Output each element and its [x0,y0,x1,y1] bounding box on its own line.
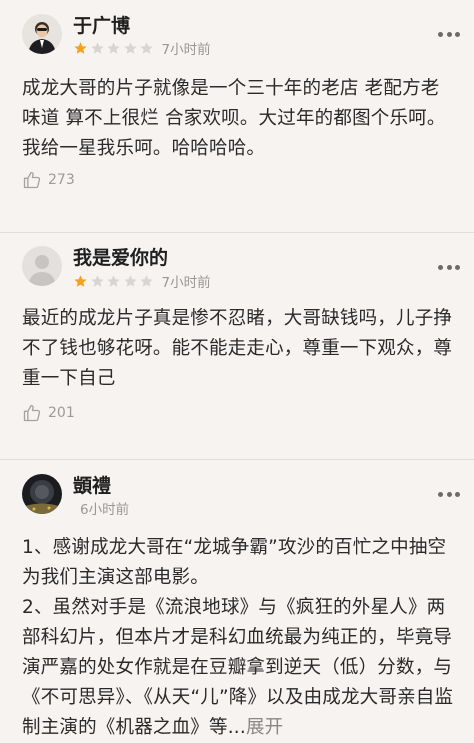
star-empty-icon [123,41,137,54]
like-count: 273 [48,172,75,188]
review-header: 于广博 7小时前 [0,0,474,70]
avatar[interactable] [22,474,62,514]
review-time: 7小时前 [161,275,211,291]
star-empty-icon [107,41,120,54]
thumbs-up-icon [23,404,41,422]
more-options-icon[interactable] [438,264,460,270]
review-card: 于广博 7小时前 成龙大哥的片子就像是一个三十年的老店 老配方老味道 算不上很烂… [0,0,474,232]
review-card: 我是爱你的 7小时前 最近的成龙片子真是惨不忍睹，大哥缺钱吗，儿子挣不了钱也够花… [0,233,474,459]
review-text: 1、感谢成龙大哥在“龙城争霸”攻沙的百忙之中抽空为我们主演这部电影。 2、虽然对… [0,533,474,743]
star-empty-icon [90,41,104,54]
review-time: 6小时前 [80,502,130,518]
more-options-icon[interactable] [438,31,460,37]
username[interactable]: 于广博 [73,11,130,38]
review-paragraph: 1、感谢成龙大哥在“龙城争霸”攻沙的百忙之中抽空为我们主演这部电影。 [22,537,447,588]
star-empty-icon [90,274,104,287]
review-text: 最近的成龙片子真是惨不忍睹，大哥缺钱吗，儿子挣不了钱也够花呀。能不能走走心，尊重… [0,304,474,394]
star-rating: 7小时前 [73,40,211,58]
review-header: 顗禮 6小时前 [0,460,474,530]
review-paragraph: 成龙大哥的片子就像是一个三十年的老店 老配方老味道 算不上很烂 合家欢呗。大过年… [22,78,446,159]
review-paragraph: 2、虽然对手是《流浪地球》与《疯狂的外星人》两部科幻片，但本片才是科幻血统最为纯… [22,593,454,743]
avatar[interactable] [22,246,62,286]
star-filled-icon [74,274,87,287]
star-empty-icon [140,274,153,287]
star-filled-icon [74,41,87,54]
thumbs-up-icon [23,171,41,189]
star-rating: 7小时前 [73,273,211,291]
review-paragraph-text: 2、虽然对手是《流浪地球》与《疯狂的外星人》两部科幻片，但本片才是科幻血统最为纯… [22,597,454,738]
like-count: 201 [48,405,75,421]
review-text: 成龙大哥的片子就像是一个三十年的老店 老配方老味道 算不上很烂 合家欢呗。大过年… [0,74,474,164]
review-paragraph: 最近的成龙片子真是惨不忍睹，大哥缺钱吗，儿子挣不了钱也够花呀。能不能走走心，尊重… [22,308,453,389]
username[interactable]: 顗禮 [73,471,111,498]
more-options-icon[interactable] [438,491,460,497]
like-button[interactable]: 273 [0,160,75,200]
star-empty-icon [140,41,153,54]
avatar[interactable] [22,14,62,54]
review-card: 顗禮 6小时前 1、感谢成龙大哥在“龙城争霸”攻沙的百忙之中抽空为我们主演这部电… [0,460,474,738]
expand-link[interactable]: 展开 [246,717,283,738]
review-time: 7小时前 [161,42,211,58]
star-empty-icon [123,274,137,287]
review-header: 我是爱你的 7小时前 [0,233,474,303]
username[interactable]: 我是爱你的 [73,243,168,270]
star-empty-icon [107,274,120,287]
like-button[interactable]: 201 [0,393,75,433]
